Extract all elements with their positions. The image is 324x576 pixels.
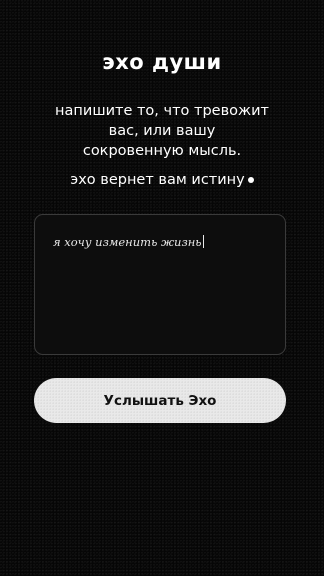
dot-icon [247,177,254,183]
page-title: эхо души [102,50,222,74]
tagline: эхо вернет вам истину [0,170,324,190]
intro-line-3: сокровенную мысль. [82,143,242,159]
tagline-text: эхо вернет вам истину [70,172,245,188]
message-input-value: я хочу изменить жизнь [53,235,202,249]
text-caret-icon [202,235,204,248]
intro-text: напишите то, что тревожит вас, или вашу … [14,101,310,161]
hear-echo-button[interactable]: Услышать Эхо [34,378,286,423]
intro-line-2: вас, или вашу [108,123,216,139]
intro-line-1: напишите то, что тревожит [55,103,269,119]
app-screen: эхо души напишите то, что тревожит вас, … [0,0,324,576]
message-input[interactable]: я хочу изменить жизнь [34,214,286,355]
